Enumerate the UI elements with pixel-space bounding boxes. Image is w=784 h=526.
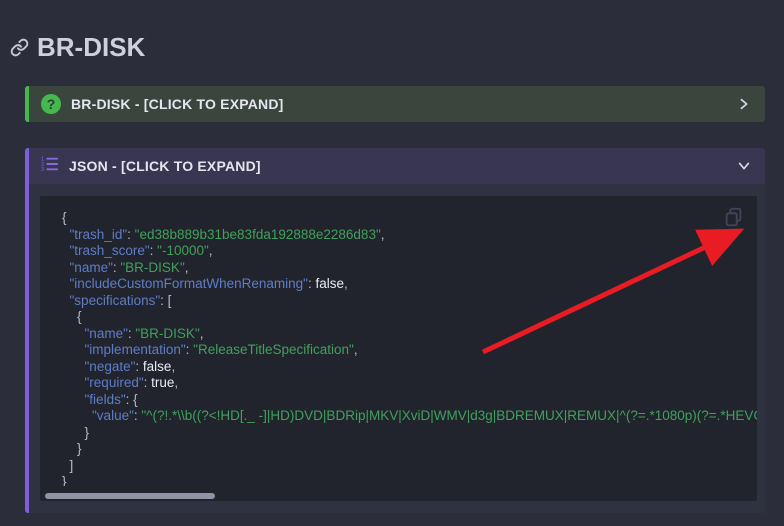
json-codeblock: { "trash_id": "ed38b889b31be83fda192888e… xyxy=(40,196,757,501)
code-line: "negate": false, xyxy=(62,359,757,376)
json-section-body: { "trash_id": "ed38b889b31be83fda192888e… xyxy=(25,184,765,513)
help-section-label: BR-DISK - [CLICK TO EXPAND] xyxy=(71,96,727,112)
code-line: "trash_id": "ed38b889b31be83fda192888e22… xyxy=(62,227,757,244)
horizontal-scrollbar[interactable] xyxy=(40,492,757,501)
code-line: } xyxy=(62,425,757,442)
code-line: "trash_score": "-10000", xyxy=(62,243,757,260)
json-section-label: JSON - [CLICK TO EXPAND] xyxy=(69,158,727,174)
code-line: "name": "BR-DISK", xyxy=(62,326,757,343)
code-line: "specifications": [ xyxy=(62,293,757,310)
code-line: { xyxy=(62,309,757,326)
code-line: "implementation": "ReleaseTitleSpecifica… xyxy=(62,342,757,359)
chevron-down-icon xyxy=(737,159,751,173)
scrollbar-thumb[interactable] xyxy=(45,493,215,499)
copy-button[interactable] xyxy=(723,206,745,228)
help-section-header[interactable]: ? BR-DISK - [CLICK TO EXPAND] xyxy=(25,86,765,122)
svg-text:3: 3 xyxy=(41,167,44,172)
ordered-list-icon: 1 2 3 xyxy=(41,156,59,177)
page-title: BR-DISK xyxy=(10,32,145,63)
copy-icon xyxy=(723,206,745,228)
question-circle-icon: ? xyxy=(41,94,61,114)
chevron-right-icon xyxy=(737,97,751,111)
code-line: "required": true, xyxy=(62,375,757,392)
code-line: ] xyxy=(62,458,757,475)
code-line: "name": "BR-DISK", xyxy=(62,260,757,277)
page-title-text: BR-DISK xyxy=(37,32,145,63)
code-line: } xyxy=(62,474,757,486)
code-line: { xyxy=(62,210,757,227)
json-section-header[interactable]: 1 2 3 JSON - [CLICK TO EXPAND] xyxy=(25,148,765,184)
json-code: { "trash_id": "ed38b889b31be83fda192888e… xyxy=(40,196,757,486)
code-line: "includeCustomFormatWhenRenaming": false… xyxy=(62,276,757,293)
section-json: 1 2 3 JSON - [CLICK TO EXPAND] { "trash_… xyxy=(25,148,765,513)
code-line: "fields": { xyxy=(62,392,757,409)
code-line: } xyxy=(62,441,757,458)
section-help: ? BR-DISK - [CLICK TO EXPAND] xyxy=(25,86,765,122)
code-line: "value": "^(?!.*\\b((?<!HD[._ -]|HD)DVD|… xyxy=(62,408,757,425)
link-icon xyxy=(10,38,29,57)
